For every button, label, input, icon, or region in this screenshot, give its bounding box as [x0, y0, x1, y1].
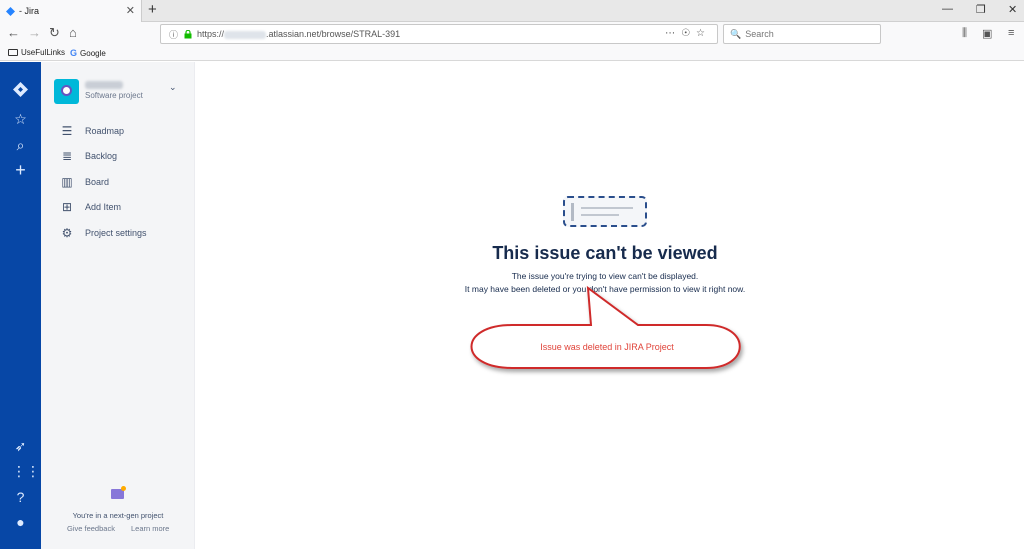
- sidebar-toggle-icon[interactable]: ▣: [982, 27, 992, 40]
- restore-icon[interactable]: ❐: [976, 3, 986, 16]
- global-nav: ☆ ⌕ + ➶ ⋮⋮ ? ●: [0, 62, 41, 549]
- sidebar-item-project-settings[interactable]: ⚙ Project settings: [41, 222, 195, 244]
- bookmark-label: Google: [80, 48, 106, 58]
- minimize-icon[interactable]: —: [942, 3, 953, 15]
- help-icon[interactable]: ?: [12, 489, 29, 506]
- project-sidebar: Software project ⌄ ☰ Roadmap ≣ Backlog ▥…: [41, 62, 195, 549]
- search-placeholder: Search: [745, 29, 774, 39]
- jira-logo-icon[interactable]: [12, 81, 29, 98]
- board-icon: ▥: [61, 175, 73, 189]
- info-icon[interactable]: ⓘ: [169, 28, 178, 41]
- menu-icon[interactable]: ≡: [1008, 27, 1014, 39]
- annotation-callout: [470, 285, 741, 369]
- browser-tab[interactable]: - Jira ✕: [0, 0, 142, 22]
- sidebar-item-label: Board: [85, 177, 110, 187]
- google-icon: G: [70, 48, 78, 58]
- create-icon[interactable]: +: [12, 161, 29, 179]
- bookmark-google[interactable]: G Google: [70, 48, 106, 58]
- sidebar-item-roadmap[interactable]: ☰ Roadmap: [41, 120, 195, 142]
- browser-tabstrip: - Jira ✕ + — ❐ ✕: [0, 0, 1024, 22]
- next-gen-text: You're in a next-gen project: [72, 511, 164, 520]
- back-icon[interactable]: ←: [7, 26, 20, 40]
- search-icon: 🔍: [730, 28, 742, 39]
- project-type: Software project: [85, 91, 143, 100]
- star-icon[interactable]: ☆: [12, 111, 29, 128]
- sidebar-item-backlog[interactable]: ≣ Backlog: [41, 145, 195, 167]
- sidebar-item-label: Backlog: [85, 151, 118, 161]
- forward-icon[interactable]: →: [28, 26, 41, 40]
- window-close-icon[interactable]: ✕: [1008, 3, 1017, 16]
- bookmark-label: UseFulLinks: [21, 48, 66, 57]
- chevron-down-icon[interactable]: ⌄: [169, 82, 177, 93]
- sidebar-item-label: Project settings: [85, 228, 147, 238]
- browser-navbar: ← → ↻ ⌂ ⓘ https:// .atlassian.net/browse/…: [0, 22, 1024, 46]
- library-icon[interactable]: ⫼: [962, 27, 967, 40]
- folder-icon: [8, 49, 18, 56]
- reload-icon[interactable]: ↻: [49, 26, 60, 40]
- sidebar-item-label: Roadmap: [85, 126, 125, 136]
- annotation-text: Issue was deleted in JIRA Project: [540, 342, 674, 352]
- url-text: https:// .atlassian.net/browse/STRAL-391: [197, 29, 400, 39]
- url-suffix: .atlassian.net/browse/STRAL-391: [266, 29, 401, 39]
- add-item-icon: ⊞: [61, 200, 73, 214]
- url-prefix: https://: [197, 29, 225, 39]
- app-switcher-icon[interactable]: ⋮⋮: [12, 463, 40, 480]
- bookmark-usefullinks[interactable]: UseFulLinks: [8, 48, 65, 57]
- url-bar[interactable]: ⓘ https:// .atlassian.net/browse/STRAL-39…: [160, 24, 718, 44]
- sidebar-item-label: Add Item: [85, 202, 122, 212]
- new-tab-icon[interactable]: +: [148, 1, 157, 18]
- tab-title: - Jira: [19, 6, 39, 16]
- backlog-icon: ≣: [61, 149, 73, 163]
- next-gen-icon: [111, 486, 126, 499]
- jira-favicon-icon: [6, 6, 15, 16]
- rocket-icon[interactable]: ➶: [12, 438, 29, 455]
- close-tab-icon[interactable]: ✕: [126, 4, 135, 17]
- search-bar[interactable]: 🔍 Search: [723, 24, 881, 44]
- home-icon[interactable]: ⌂: [69, 26, 77, 40]
- main-content: This issue can't be viewed The issue you…: [196, 62, 1024, 549]
- sidebar-item-board[interactable]: ▥ Board: [41, 171, 195, 193]
- avatar[interactable]: ●: [12, 514, 29, 531]
- give-feedback-link[interactable]: Give feedback: [67, 524, 115, 533]
- project-name-redacted[interactable]: [85, 81, 123, 89]
- search-icon[interactable]: ⌕: [12, 137, 29, 154]
- gear-icon: ⚙: [61, 226, 73, 240]
- lock-icon: [184, 29, 192, 38]
- page-actions-icons[interactable]: ⋯☉☆: [665, 28, 711, 39]
- learn-more-link[interactable]: Learn more: [131, 524, 169, 533]
- project-avatar[interactable]: [54, 79, 79, 104]
- url-redacted: [224, 30, 267, 39]
- bookmarks-bar: UseFulLinks G Google: [0, 46, 1024, 61]
- roadmap-icon: ☰: [61, 124, 73, 138]
- sidebar-item-add-item[interactable]: ⊞ Add Item: [41, 196, 195, 218]
